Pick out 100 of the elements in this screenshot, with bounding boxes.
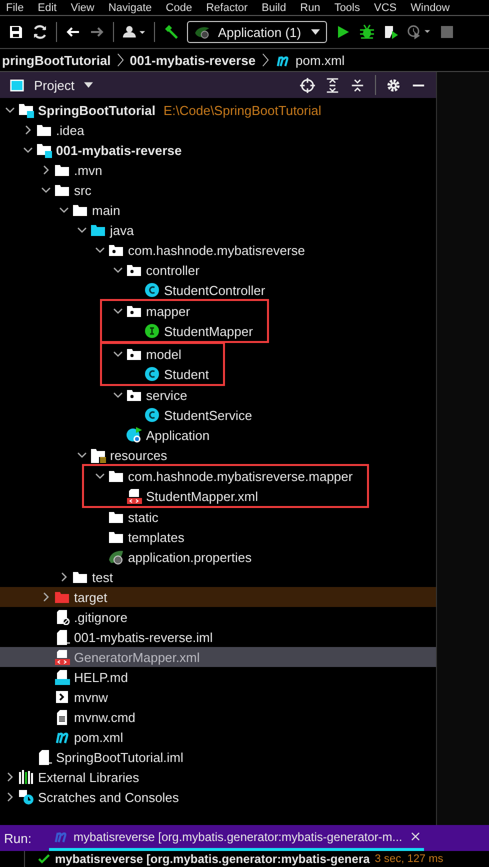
- coverage-icon[interactable]: [383, 24, 400, 40]
- locate-icon[interactable]: [300, 78, 315, 92]
- tree-item[interactable]: controller: [0, 260, 436, 280]
- breadcrumb-item[interactable]: pringBootTutorial: [2, 52, 111, 68]
- chevron-down-icon[interactable]: [77, 225, 87, 235]
- chevron-down-icon[interactable]: [59, 205, 69, 215]
- tree-item[interactable]: main: [0, 200, 436, 220]
- tree-item[interactable]: mapper: [102, 301, 253, 321]
- chevron-down-icon[interactable]: [95, 471, 105, 481]
- tree-item[interactable]: .mvn: [0, 160, 436, 180]
- tree-item[interactable]: StudentService: [0, 405, 436, 425]
- chevron-right-icon[interactable]: [41, 592, 51, 602]
- run-configuration-dropdown[interactable]: Application (1): [187, 21, 328, 43]
- user-dropdown-icon[interactable]: [122, 24, 146, 40]
- run-icon[interactable]: [335, 24, 352, 40]
- breadcrumb-item[interactable]: 001-mybatis-reverse: [130, 52, 256, 68]
- chevron-right-icon[interactable]: [5, 772, 15, 782]
- tree-item[interactable]: com.hashnode.mybatisreverse.mapper: [84, 466, 353, 486]
- chevron-down-icon[interactable]: [23, 145, 33, 155]
- tree-item[interactable]: templates: [0, 527, 436, 547]
- tree-item[interactable]: SpringBootTutorial E:\Code\SpringBootTutorial: [0, 100, 436, 120]
- path-hint: E:\Code\SpringBootTutorial: [163, 102, 322, 118]
- leaf-gear-icon: [108, 549, 124, 565]
- chevron-down-icon[interactable]: [77, 450, 87, 460]
- save-icon[interactable]: [8, 24, 24, 40]
- tree-item[interactable]: GeneratorMapper.xml: [0, 647, 436, 667]
- menu-item[interactable]: Tools: [334, 2, 360, 14]
- hammer-icon[interactable]: [163, 24, 179, 40]
- bug-icon[interactable]: [359, 24, 376, 40]
- caret-icon: [84, 82, 94, 88]
- source-folder-icon: [90, 222, 106, 238]
- chevron-down-icon[interactable]: [95, 245, 105, 255]
- menu-item[interactable]: Navigate: [108, 2, 152, 14]
- breadcrumb-item[interactable]: pom.xml: [296, 52, 345, 68]
- chevron-right-icon[interactable]: [59, 572, 69, 582]
- tree-item[interactable]: SpringBootTutorial.iml: [0, 747, 436, 767]
- tree-item[interactable]: StudentController: [0, 280, 436, 300]
- chevron-down-icon[interactable]: [41, 185, 51, 195]
- tree-item[interactable]: model: [102, 344, 209, 364]
- tree-item[interactable]: StudentMapper.xml: [84, 486, 353, 506]
- tree-item[interactable]: mvnw: [0, 687, 436, 707]
- tree-item[interactable]: 001-mybatis-reverse: [0, 140, 436, 160]
- chevron-down-icon[interactable]: [113, 306, 123, 316]
- maven-icon: [53, 830, 68, 843]
- package-icon: [126, 262, 142, 278]
- run-tab-title: mybatisreverse [org.mybatis.generator:mybatis-generator-m...: [73, 830, 402, 844]
- file-icon: [54, 629, 70, 645]
- chevron-down-icon[interactable]: [113, 349, 123, 359]
- chevron-right-icon[interactable]: [23, 125, 33, 135]
- markdown-file-icon: [54, 669, 70, 685]
- tree-item[interactable]: 001-mybatis-reverse.iml: [0, 627, 436, 647]
- chevron-right-icon[interactable]: [5, 792, 15, 802]
- menu-item[interactable]: Edit: [38, 2, 57, 14]
- chevron-down-icon[interactable]: [5, 105, 15, 115]
- scratch-clock-icon: [18, 789, 34, 805]
- tree-item[interactable]: test: [0, 567, 436, 587]
- chevron-down-icon[interactable]: [113, 265, 123, 275]
- chevron-down-icon[interactable]: [113, 390, 123, 400]
- tree-item[interactable]: mvnw.cmd: [0, 707, 436, 727]
- chevron-right-icon[interactable]: [41, 165, 51, 175]
- tree-item[interactable]: com.hashnode.mybatisreverse: [0, 240, 436, 260]
- tree-item[interactable]: StudentMapper: [102, 321, 253, 341]
- tree-item[interactable]: Scratches and Consoles: [0, 787, 436, 807]
- menu-item[interactable]: View: [70, 2, 94, 14]
- class-icon: [144, 407, 160, 423]
- tree-item[interactable]: java: [0, 220, 436, 240]
- project-window-icon: [10, 78, 24, 92]
- package-icon: [126, 303, 142, 319]
- tree-item[interactable]: External Libraries: [0, 767, 436, 787]
- tree-item[interactable]: Student: [102, 364, 209, 384]
- menu-item[interactable]: VCS: [374, 2, 397, 14]
- menu-item[interactable]: Code: [166, 2, 192, 14]
- run-tab[interactable]: mybatisreverse [org.mybatis.generator:mybatis-generator-m...: [49, 825, 424, 851]
- menu-item[interactable]: Run: [300, 2, 320, 14]
- tree-item[interactable]: service: [0, 385, 436, 405]
- tree-item[interactable]: static: [0, 507, 436, 527]
- tree-item[interactable]: HELP.md: [0, 667, 436, 687]
- interface-icon: [144, 323, 160, 339]
- tree-item[interactable]: .gitignore: [0, 607, 436, 627]
- module-folder-icon: [36, 142, 52, 158]
- tree-item[interactable]: pom.xml: [0, 727, 436, 747]
- tree-item[interactable]: src: [0, 180, 436, 200]
- menu-item[interactable]: Refactor: [206, 2, 248, 14]
- expand-all-icon[interactable]: [325, 78, 340, 92]
- project-view-dropdown[interactable]: Project: [34, 78, 94, 92]
- tree-item[interactable]: application.properties: [0, 547, 436, 567]
- menu-item[interactable]: File: [6, 2, 24, 14]
- tree-item[interactable]: target: [0, 587, 436, 607]
- tree-item[interactable]: .idea: [0, 120, 436, 140]
- sync-icon[interactable]: [32, 24, 48, 40]
- collapse-all-icon[interactable]: [350, 78, 365, 92]
- settings-icon[interactable]: [386, 78, 401, 92]
- menu-item[interactable]: Build: [262, 2, 286, 14]
- tree-item[interactable]: resources: [0, 445, 436, 465]
- close-icon[interactable]: [411, 832, 420, 841]
- package-icon: [126, 346, 142, 362]
- ignored-file-icon: [54, 609, 70, 625]
- menu-item[interactable]: Window: [410, 2, 450, 14]
- libraries-icon: [18, 769, 34, 785]
- tree-item[interactable]: Application: [0, 425, 436, 445]
